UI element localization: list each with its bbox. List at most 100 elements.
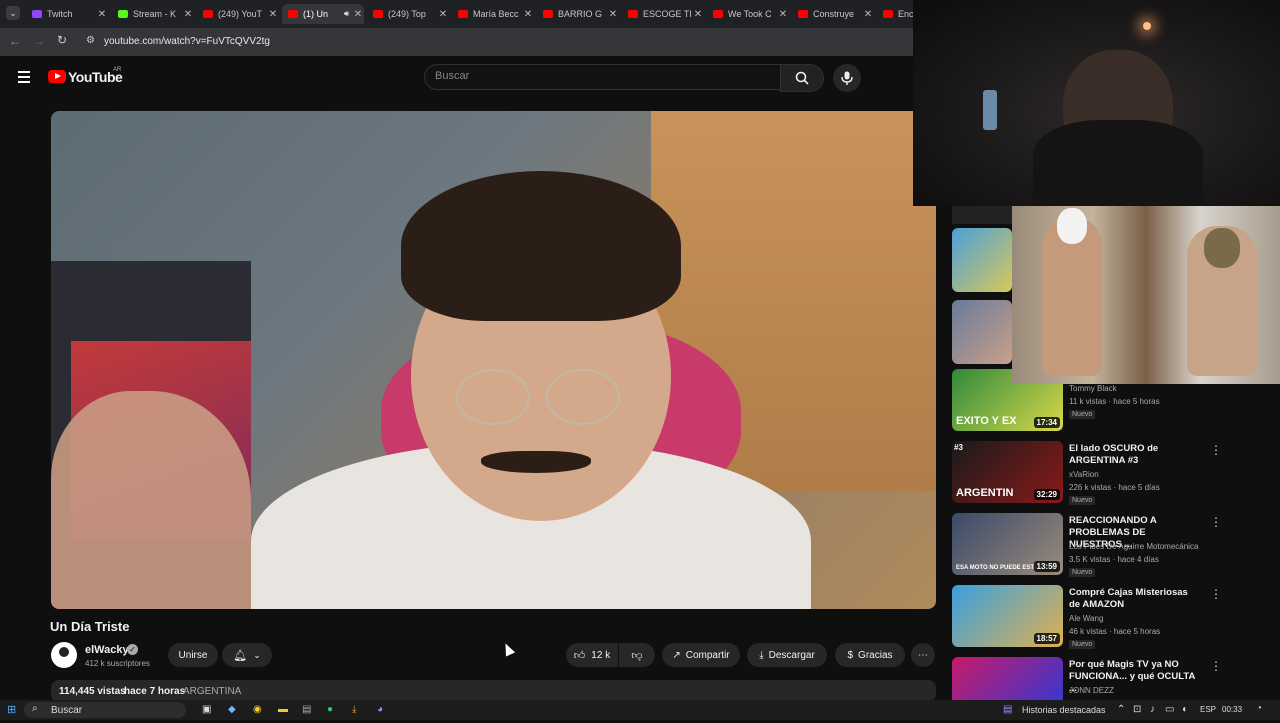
language-indicator[interactable]: ESP [1200,705,1216,714]
tab-close-icon[interactable]: ✕ [522,9,534,20]
tab-close-icon[interactable]: ✕ [437,9,449,20]
news-widget-icon[interactable]: ▤ [1003,704,1012,715]
news-widget-label[interactable]: Historias destacadas [1022,705,1106,715]
channel-name[interactable]: Tommy Black [1069,384,1117,393]
thanks-button[interactable]: $ Gracias [835,643,905,667]
tab-close-icon[interactable]: ✕ [777,9,789,20]
url-field[interactable]: youtube.com/watch?v=FuVTcQVV2tg [104,36,270,47]
notifications-button[interactable]: 🔔︎ ⌄ [222,643,272,667]
spotify-icon[interactable]: ● [327,704,333,715]
tab-favicon-icon [288,10,298,18]
tab-favicon-icon [373,10,383,18]
video-thumbnail[interactable]: ARGENTIN #3 32:29 [952,441,1063,503]
tray-chevron-icon[interactable]: ⌃ [1117,704,1125,715]
download-button[interactable]: ⤓ Descargar [747,643,827,667]
copilot-icon[interactable]: ◆ [228,704,236,715]
store-icon[interactable]: ▤ [302,704,311,715]
video-thumbnail[interactable]: ESA MOTO NO PUEDE ESTAR ASI! 13:59 [952,513,1063,575]
browser-tab[interactable]: (249) Top ✕ [367,4,449,24]
video-thumbnail[interactable]: 18:57 [952,585,1063,647]
browser-tab[interactable]: We Took C ✕ [707,4,789,24]
sidebar-thumb-partial[interactable] [952,300,1012,364]
tab-favicon-icon [203,10,213,18]
browser-tab[interactable]: ESCOGE TI ✕ [622,4,704,24]
ghostface-mask-shape [1057,208,1087,244]
like-count: 12 k [591,649,611,661]
tab-close-icon[interactable]: ✕ [352,9,364,20]
join-button[interactable]: Unirse [168,643,218,667]
chrome-icon[interactable]: ◉ [253,704,262,715]
channel-name[interactable]: elWacky [85,644,129,656]
tab-close-icon[interactable]: ✕ [692,9,704,20]
sidebar-thumb-partial[interactable] [952,206,1012,224]
more-options-icon[interactable]: ⋮ [1210,587,1222,601]
browser-tab[interactable]: (249) YouT ✕ [197,4,279,24]
channel-name[interactable]: Los Pibes De Aguirre Motomecánica [1069,542,1198,551]
browser-tab[interactable]: María Becc ✕ [452,4,534,24]
new-badge: Nuevo [1069,496,1096,505]
menu-icon[interactable] [18,71,30,83]
browser-tab[interactable]: Stream - K ✕ [112,4,194,24]
mic-tray-icon[interactable]: ♪ [1150,704,1155,715]
browser-tab[interactable]: (1) Un 🔊︎ ✕ [282,4,364,24]
more-options-icon[interactable]: ⋮ [1210,443,1222,457]
video-tag[interactable]: ARGENTINA [183,686,241,697]
volume-icon[interactable]: ◖ [1181,704,1187,715]
forward-icon[interactable]: → [33,34,45,48]
usb-icon[interactable]: ⊡ [1133,704,1141,715]
tab-close-icon[interactable]: ✕ [267,9,279,20]
tab-close-icon[interactable]: ✕ [607,9,619,20]
youtube-logo-icon[interactable] [48,70,66,83]
tab-close-icon[interactable]: ✕ [182,9,194,20]
download-manager-icon[interactable]: ⤓ [352,704,356,715]
video-title[interactable]: El lado OSCURO de ARGENTINA #3 [1069,443,1199,467]
like-button[interactable]: 👍︎ 12 k [566,643,618,667]
video-views: 11 k vistas · hace 5 horas [1069,397,1160,406]
audio-playing-icon[interactable]: 🔊︎ [344,9,349,19]
windows-start-icon[interactable]: ⊞ [7,703,16,716]
browser-tab[interactable]: BARRIO G ✕ [537,4,619,24]
channel-name[interactable]: Ale Wang [1069,614,1103,623]
reaction-collage-overlay [1012,206,1280,384]
tab-close-icon[interactable]: ✕ [862,9,874,20]
reload-icon[interactable]: ↻ [57,33,67,47]
description-box[interactable]: 114,445 vistas hace 7 horas ARGENTINA [51,680,936,702]
tab-title: (1) Un [303,9,329,19]
taskbar-search-icon: ⌕ [32,703,38,714]
search-input[interactable]: Buscar [424,64,782,90]
search-button[interactable] [780,64,824,92]
tab-search-button[interactable]: ⌄ [6,6,20,20]
upload-age: hace 7 horas [124,686,186,697]
task-view-icon[interactable]: ▣ [202,704,211,715]
back-icon[interactable]: ← [9,34,21,48]
clock[interactable]: 00:33 [1222,705,1242,714]
tab-close-icon[interactable]: ✕ [96,9,108,20]
recommended-video[interactable]: 18:57 Compré Cajas Misteriosas de AMAZON A… [952,585,1222,651]
taskbar-search-box[interactable]: ⌕ Buscar [24,702,186,718]
dislike-button[interactable]: 👎︎ [619,643,655,667]
browser-tab[interactable]: Construye ✕ [792,4,874,24]
video-title[interactable]: Compré Cajas Misteriosas de AMAZON [1069,587,1199,611]
more-options-icon[interactable]: ⋮ [1210,515,1222,529]
sidebar-thumb-partial[interactable] [952,228,1012,292]
video-views: 226 k vistas · hace 5 días [1069,483,1160,492]
site-info-icon[interactable]: ⚙ [86,35,95,46]
channel-name[interactable]: JONN DEZZ [1069,686,1114,695]
recommended-video[interactable]: ARGENTIN #3 32:29 El lado OSCURO de ARGENTI… [952,441,1222,507]
notification-bell-icon[interactable]: ◔ [1256,703,1262,714]
channel-name[interactable]: xVaRion [1069,470,1099,479]
verified-icon: ✓ [127,644,138,655]
more-options-icon[interactable]: ⋮ [1210,659,1222,673]
tab-favicon-icon [713,10,723,18]
battery-icon[interactable]: ▭ [1165,704,1174,715]
more-actions-button[interactable]: ⋯ [911,643,935,667]
browser-tab[interactable]: Twitch ✕ [26,4,108,24]
share-button[interactable]: ↗ Compartir [662,643,740,667]
tab-favicon-icon [543,10,553,18]
voice-search-button[interactable] [833,64,861,92]
video-player[interactable] [51,111,936,609]
file-explorer-icon[interactable]: ▬ [278,704,288,715]
discord-icon[interactable]: ◕ [377,704,383,715]
channel-avatar[interactable] [51,642,77,668]
recommended-video[interactable]: ESA MOTO NO PUEDE ESTAR ASI! 13:59 REACCIO… [952,513,1222,579]
